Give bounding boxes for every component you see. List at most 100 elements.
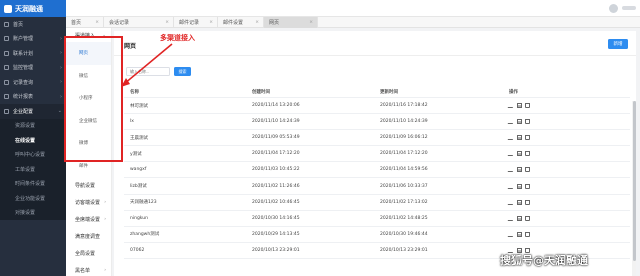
row-actions — [507, 231, 630, 237]
chevron-icon: › — [60, 79, 62, 86]
sidebar-item[interactable]: 统计报表 › — [0, 90, 66, 105]
table-scrollbar[interactable] — [632, 101, 636, 276]
edit-icon[interactable] — [507, 151, 516, 157]
chevron-icon: › — [60, 93, 62, 100]
row-actions — [507, 167, 630, 173]
delete-icon[interactable] — [525, 135, 530, 141]
code-icon[interactable] — [517, 103, 522, 109]
edit-icon[interactable] — [507, 135, 516, 141]
submenu-item-label: 坐席端设置 — [75, 217, 101, 223]
page-tabs: 首页 × 会话记录 × 邮件记录 × 邮件设置 × 网页 × — [66, 17, 640, 28]
sidebar-subitem[interactable]: 对接设置 — [0, 205, 66, 220]
sidebar-subitem[interactable]: 在线设置 — [0, 133, 66, 148]
close-icon[interactable]: × — [95, 20, 99, 25]
tab[interactable]: 邮件设置 × — [218, 17, 264, 28]
tab-label: 首页 — [71, 20, 82, 26]
chevron-icon: › — [104, 268, 106, 273]
row-actions — [507, 199, 630, 205]
cell-created: 2020/10/30 14:16:45 — [252, 215, 300, 221]
code-icon[interactable] — [517, 167, 522, 173]
divider — [114, 55, 636, 56]
sidebar-item[interactable]: 首页 — [0, 17, 66, 32]
edit-icon[interactable] — [507, 167, 516, 173]
annotation-label: 多渠道接入 — [160, 34, 195, 42]
tab[interactable]: 网页 × — [264, 17, 318, 28]
menu-icon — [4, 21, 9, 27]
menu-icon — [4, 36, 9, 42]
submenu-item[interactable]: 坐席端设置 › — [66, 211, 111, 228]
delete-icon[interactable] — [525, 231, 530, 237]
cell-created: 2020/11/09 05:53:49 — [252, 135, 300, 141]
close-icon[interactable]: × — [255, 20, 259, 25]
edit-icon[interactable] — [507, 215, 516, 221]
table-row: 林可测试 2020/11/14 13:20:06 2020/11/16 17:18:… — [124, 98, 630, 115]
sidebar-subitem[interactable]: 工单设置 — [0, 162, 66, 177]
submenu-item[interactable]: 满意度调查 — [66, 228, 111, 245]
delete-icon[interactable] — [525, 199, 530, 205]
row-actions — [507, 151, 630, 157]
delete-icon[interactable] — [525, 183, 530, 189]
cell-updated: 2020/11/10 14:24:39 — [380, 119, 428, 125]
code-icon[interactable] — [517, 215, 522, 221]
table-row: lizb测试 2020/11/02 11:26:46 2020/11/06 10:3… — [124, 178, 630, 195]
scrollbar-thumb[interactable] — [632, 101, 636, 261]
code-icon[interactable] — [517, 183, 522, 189]
delete-icon[interactable] — [525, 167, 530, 173]
tab[interactable]: 邮件记录 × — [174, 17, 218, 28]
submenu-item[interactable]: 黑名单 › — [66, 262, 111, 276]
close-icon[interactable]: × — [165, 20, 169, 25]
tab[interactable]: 首页 × — [66, 17, 104, 28]
brand-logo[interactable]: 天润融通 — [0, 0, 66, 17]
tab-label: 邮件设置 — [223, 20, 244, 26]
edit-icon[interactable] — [507, 183, 516, 189]
code-icon[interactable] — [517, 231, 522, 237]
chevron-icon: › — [60, 35, 62, 42]
delete-icon[interactable] — [525, 151, 530, 157]
tab[interactable]: 会话记录 × — [104, 17, 174, 28]
code-icon[interactable] — [517, 199, 522, 205]
search-input[interactable] — [126, 67, 170, 76]
cell-updated: 2020/10/30 19:46:44 — [380, 231, 428, 237]
cell-name: 林可测试 — [130, 103, 148, 109]
submenu-item[interactable]: 全局设置 — [66, 245, 111, 262]
cell-created: 2020/11/14 13:20:06 — [252, 103, 300, 109]
sidebar-item[interactable]: 记录查询 › — [0, 75, 66, 90]
code-icon[interactable] — [517, 151, 522, 157]
table-row: y测试 2020/11/04 17:12:20 2020/11/04 17:12:2… — [124, 146, 630, 163]
code-icon[interactable] — [517, 135, 522, 141]
sidebar-subitem[interactable]: 时间条件设置 — [0, 176, 66, 191]
close-icon[interactable]: × — [309, 20, 313, 25]
sidebar-item[interactable]: 联系计划 › — [0, 46, 66, 61]
edit-icon[interactable] — [507, 103, 516, 109]
delete-icon[interactable] — [525, 215, 530, 221]
sidebar-item[interactable]: 监控管理 › — [0, 61, 66, 76]
cell-created: 2020/11/02 11:26:46 — [252, 183, 300, 189]
sidebar-item-label: 首页 — [13, 21, 24, 28]
watermark: 搜狐号@天润融通 — [500, 254, 588, 267]
menu-icon — [4, 94, 9, 100]
user-avatar[interactable] — [609, 4, 618, 13]
sidebar-subitem[interactable]: 资源设置 — [0, 118, 66, 133]
search-button[interactable]: 搜索 — [174, 67, 191, 76]
submenu-item[interactable]: 访客端设置 › — [66, 194, 111, 211]
close-icon[interactable]: × — [209, 20, 213, 25]
edit-icon[interactable] — [507, 119, 516, 125]
submenu-item[interactable]: 导航设置 — [66, 177, 111, 194]
cell-updated: 2020/11/09 16:06:12 — [380, 135, 428, 141]
sidebar-item[interactable]: 账户管理 › — [0, 32, 66, 47]
edit-icon[interactable] — [507, 199, 516, 205]
records-table: 名称 创建时间 更新时间 操作 林可测试 2020/11/14 13:20:06 2… — [124, 87, 630, 259]
cell-created: 2020/11/02 10:46:45 — [252, 199, 300, 205]
edit-icon[interactable] — [507, 231, 516, 237]
sidebar-subitem[interactable]: 呼叫中心设置 — [0, 147, 66, 162]
chevron-icon: › — [104, 217, 106, 222]
sidebar-item[interactable]: 企业配置 ⌄ — [0, 104, 66, 119]
user-name-placeholder[interactable] — [622, 6, 636, 10]
delete-icon[interactable] — [525, 119, 530, 125]
code-icon[interactable] — [517, 119, 522, 125]
delete-icon[interactable] — [525, 103, 530, 109]
cell-updated: 2020/11/04 14:59:56 — [380, 167, 428, 173]
add-button[interactable]: 新增 — [608, 39, 628, 49]
sidebar-subitem[interactable]: 企业功能设置 — [0, 191, 66, 206]
submenu-item-label: 黑名单 — [75, 268, 91, 274]
